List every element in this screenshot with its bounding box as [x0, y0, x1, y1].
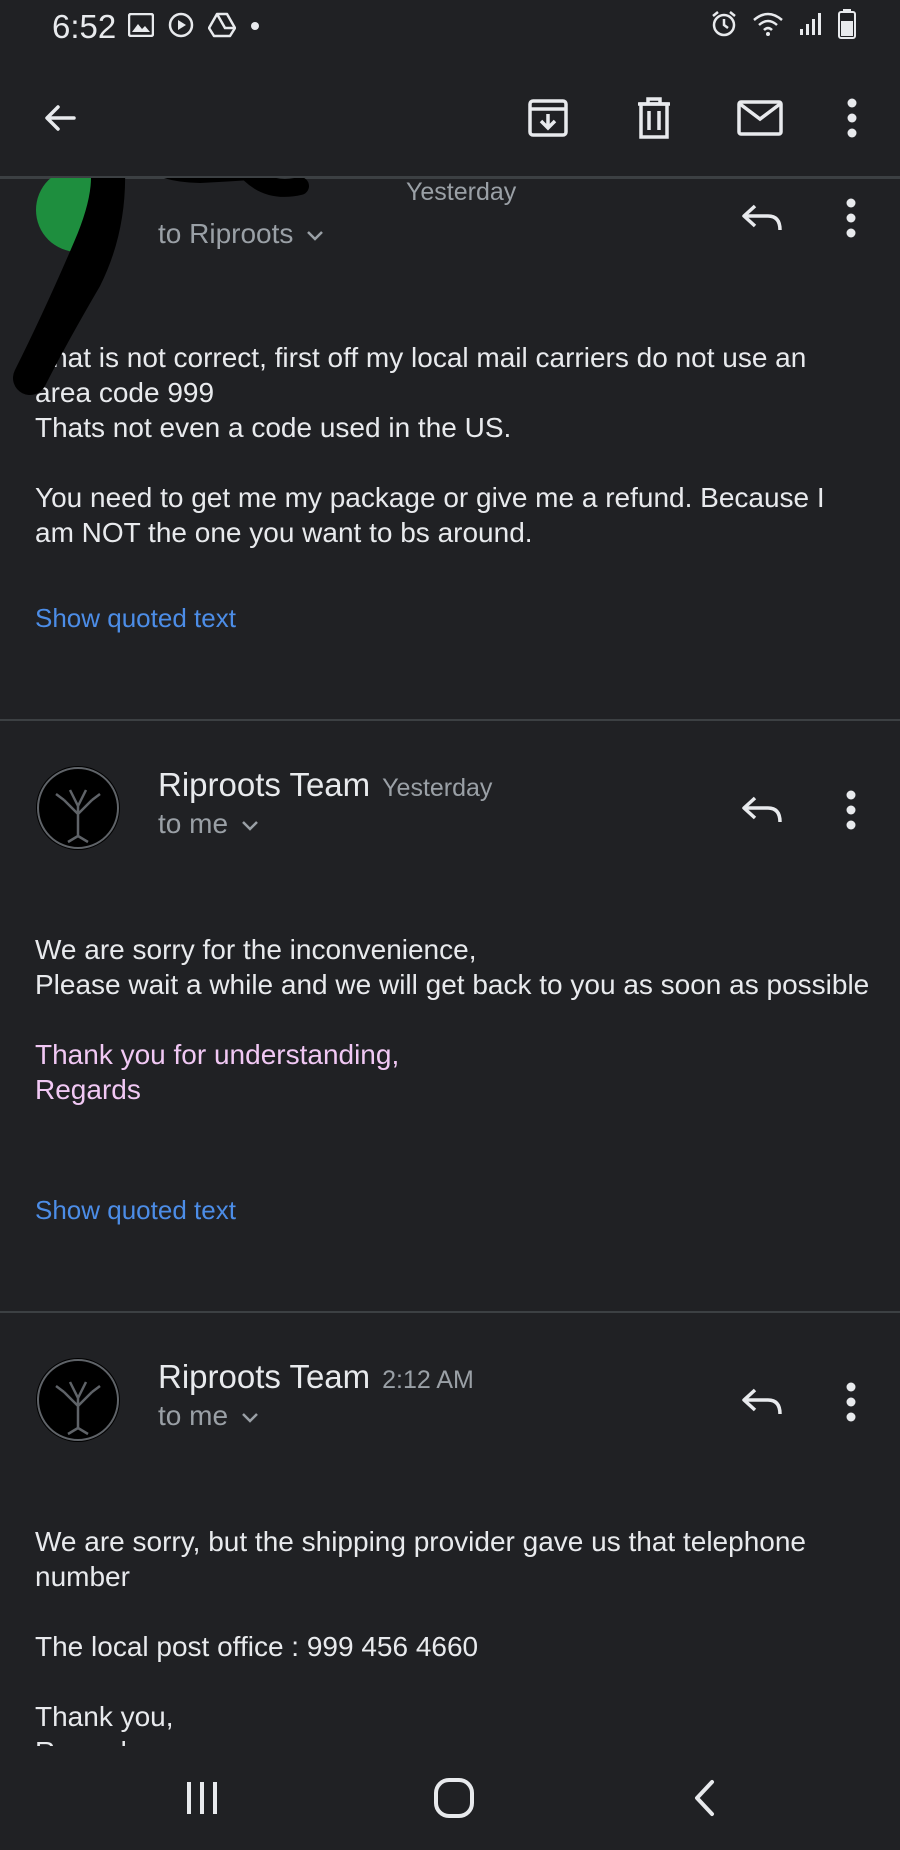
reply-icon[interactable] [734, 190, 790, 246]
message-divider [0, 1311, 900, 1313]
conversation-thread: Yesterday to Riproots That is not correc… [0, 178, 900, 1746]
status-time: 6:52 [52, 8, 117, 45]
message-divider [0, 719, 900, 721]
redaction-scribble [13, 178, 309, 395]
body-line: We are sorry for the inconvenience, [35, 934, 477, 965]
chevron-down-icon [240, 808, 260, 840]
recipient-label: to me [158, 1400, 229, 1431]
back-arrow-icon[interactable] [32, 90, 88, 146]
message-body: We are sorry for the inconvenience, Plea… [35, 932, 870, 1107]
more-vert-icon[interactable] [826, 1374, 876, 1430]
signature-line: Regards [35, 1074, 141, 1105]
body-line: We are sorry, but the shipping provider … [35, 1526, 806, 1592]
avatar [36, 1358, 120, 1442]
more-vert-icon[interactable] [824, 90, 880, 146]
wifi-icon [752, 11, 784, 42]
gallery-icon [127, 12, 155, 42]
recipient-toggle[interactable]: to me [158, 1400, 260, 1432]
archive-icon[interactable] [520, 90, 576, 146]
back-icon[interactable] [676, 1768, 736, 1828]
recipient-label: to me [158, 808, 229, 839]
more-vert-icon[interactable] [826, 190, 876, 246]
status-icons-right [710, 8, 856, 44]
mark-unread-icon[interactable] [732, 90, 788, 146]
avatar [36, 766, 120, 850]
sender-line[interactable]: Riproots Team 2:12 AM [158, 1358, 474, 1396]
show-quoted-text-link[interactable]: Show quoted text [35, 1195, 236, 1226]
body-line: The local post office : 999 456 4660 [35, 1631, 479, 1662]
reply-icon[interactable] [734, 1374, 790, 1430]
message-time: 2:12 AM [382, 1366, 474, 1394]
drive-icon [207, 12, 237, 43]
sender-name: Riproots Team [158, 1358, 371, 1395]
dot-icon [250, 18, 260, 36]
system-nav-bar [0, 1746, 900, 1850]
battery-icon [838, 8, 856, 44]
recipient-toggle[interactable]: to me [158, 808, 260, 840]
sender-line[interactable]: Riproots Team Yesterday [158, 766, 492, 804]
alarm-icon [710, 10, 738, 43]
signal-icon [798, 11, 824, 42]
status-icons-left [127, 12, 260, 43]
body-line: Please wait a while and we will get back… [35, 969, 870, 1000]
show-quoted-text-link[interactable]: Show quoted text [35, 603, 236, 634]
sender-name: Riproots Team [158, 766, 371, 803]
more-vert-icon[interactable] [826, 782, 876, 838]
top-toolbar [0, 60, 900, 178]
message-time: Yesterday [382, 774, 493, 802]
body-line: Regards, [35, 1734, 870, 1746]
delete-icon[interactable] [626, 90, 682, 146]
reply-icon[interactable] [734, 782, 790, 838]
home-icon[interactable] [424, 1768, 484, 1828]
play-icon [168, 12, 194, 43]
message-body: We are sorry, but the shipping provider … [35, 1524, 870, 1746]
status-bar: 6:52 [0, 0, 900, 56]
signature-line: Thank you for understanding, [35, 1039, 400, 1070]
chevron-down-icon [240, 1400, 260, 1432]
recents-icon[interactable] [172, 1768, 232, 1828]
body-line: Thank you, [35, 1701, 174, 1732]
